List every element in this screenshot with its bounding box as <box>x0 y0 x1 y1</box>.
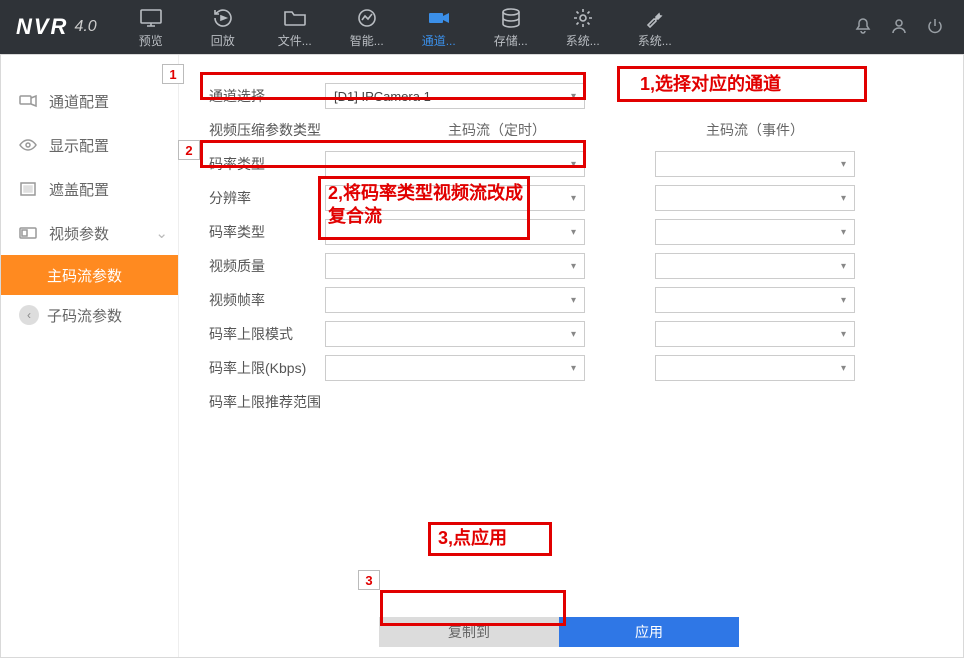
sidebar: 通道配置 显示配置 遮盖配置 视频参数 ⌄ 主码流参数 ‹ 子码流参数 <box>1 55 179 657</box>
label-bitrate-range: 码率上限推荐范围 <box>209 392 409 412</box>
select-quality-2[interactable]: ▾ <box>655 253 855 279</box>
select-resolution-2[interactable]: ▾ <box>655 185 855 211</box>
sidebar-sub-main-stream[interactable]: 主码流参数 <box>1 255 178 295</box>
col-header-scheduled: 主码流（定时） <box>409 120 585 140</box>
select-quality-1[interactable]: ▾ <box>325 253 585 279</box>
select-bitrate-mode-1[interactable]: ▾ <box>325 321 585 347</box>
nav-playback[interactable]: 回放 <box>191 6 255 49</box>
logo-version: 4.0 <box>74 18 96 36</box>
label-bitrate-type: 码率类型 <box>209 222 325 242</box>
caret-down-icon: ▾ <box>571 329 576 340</box>
folder-icon <box>284 6 306 30</box>
user-icon[interactable] <box>890 17 908 38</box>
nav-system[interactable]: 系统... <box>551 6 615 49</box>
back-icon: ‹ <box>19 305 39 325</box>
label-bitrate-kbps: 码率上限(Kbps) <box>209 358 325 378</box>
logo-title: NVR <box>16 14 68 40</box>
sidebar-item-channel-config[interactable]: 通道配置 <box>1 79 178 123</box>
select-stream-type-2[interactable]: ▾ <box>655 151 855 177</box>
camera-icon <box>428 6 450 30</box>
select-framerate-2[interactable]: ▾ <box>655 287 855 313</box>
workarea: 通道配置 显示配置 遮盖配置 视频参数 ⌄ 主码流参数 ‹ 子码流参数 通道选择 <box>0 54 964 658</box>
select-bitrate-kbps-2[interactable]: ▾ <box>655 355 855 381</box>
label-resolution: 分辨率 <box>209 188 325 208</box>
caret-down-icon: ▾ <box>841 159 846 170</box>
topnav: 预览 回放 文件... 智能... 通道... 存储... 系统... 系统. <box>119 6 687 49</box>
caret-down-icon: ▾ <box>841 295 846 306</box>
bell-icon[interactable] <box>854 17 872 38</box>
analytics-icon <box>357 6 377 30</box>
chevron-down-icon: ⌄ <box>155 224 168 242</box>
mask-icon <box>19 182 37 196</box>
caret-down-icon: ▾ <box>841 363 846 374</box>
select-stream-type-1[interactable]: ▾ <box>325 151 585 177</box>
bottom-buttons: 复制到 应用 <box>379 617 739 647</box>
label-stream-type: 码率类型 <box>209 154 325 174</box>
select-bitrate-type-1[interactable]: ▾ <box>325 219 585 245</box>
caret-down-icon: ▾ <box>841 261 846 272</box>
caret-down-icon: ▾ <box>841 193 846 204</box>
nav-smart[interactable]: 智能... <box>335 6 399 49</box>
select-resolution-1[interactable]: ▾ <box>325 185 585 211</box>
label-channel: 通道选择 <box>209 86 325 106</box>
content: 通道选择 [D1] IPCamera 1 ▾ 视频压缩参数类型 主码流（定时） … <box>179 55 963 657</box>
nav-maintenance[interactable]: 系统... <box>623 6 687 49</box>
power-icon[interactable] <box>926 17 944 38</box>
caret-down-icon: ▾ <box>571 91 576 102</box>
select-bitrate-type-2[interactable]: ▾ <box>655 219 855 245</box>
label-framerate: 视频帧率 <box>209 290 325 310</box>
caret-down-icon: ▾ <box>841 329 846 340</box>
caret-down-icon: ▾ <box>841 227 846 238</box>
label-quality: 视频质量 <box>209 256 325 276</box>
caret-down-icon: ▾ <box>571 363 576 374</box>
gear-icon <box>573 6 593 30</box>
sidebar-item-mask-config[interactable]: 遮盖配置 <box>1 167 178 211</box>
sidebar-item-display-config[interactable]: 显示配置 <box>1 123 178 167</box>
nav-storage[interactable]: 存储... <box>479 6 543 49</box>
playback-icon <box>212 6 234 30</box>
channel-config-icon <box>19 94 37 108</box>
apply-button[interactable]: 应用 <box>559 617 739 647</box>
monitor-icon <box>140 6 162 30</box>
wrench-icon <box>645 6 665 30</box>
caret-down-icon: ▾ <box>571 227 576 238</box>
select-channel[interactable]: [D1] IPCamera 1 ▾ <box>325 83 585 109</box>
select-framerate-1[interactable]: ▾ <box>325 287 585 313</box>
caret-down-icon: ▾ <box>571 295 576 306</box>
video-params-icon <box>19 227 37 239</box>
sidebar-sub-sub-stream[interactable]: ‹ 子码流参数 <box>1 295 178 335</box>
label-bitrate-mode: 码率上限模式 <box>209 324 325 344</box>
nav-preview[interactable]: 预览 <box>119 6 183 49</box>
database-icon <box>501 6 521 30</box>
topbar: NVR 4.0 预览 回放 文件... 智能... 通道... 存储... 系 <box>0 0 964 54</box>
nav-files[interactable]: 文件... <box>263 6 327 49</box>
nav-channel[interactable]: 通道... <box>407 6 471 49</box>
label-compress-type: 视频压缩参数类型 <box>209 120 409 140</box>
select-bitrate-mode-2[interactable]: ▾ <box>655 321 855 347</box>
select-bitrate-kbps-1[interactable]: ▾ <box>325 355 585 381</box>
eye-icon <box>19 139 37 151</box>
copy-button[interactable]: 复制到 <box>379 617 559 647</box>
topbar-right <box>854 17 964 38</box>
sidebar-item-video-params[interactable]: 视频参数 ⌄ <box>1 211 178 255</box>
caret-down-icon: ▾ <box>571 261 576 272</box>
caret-down-icon: ▾ <box>571 159 576 170</box>
caret-down-icon: ▾ <box>571 193 576 204</box>
col-header-event: 主码流（事件） <box>655 120 855 140</box>
